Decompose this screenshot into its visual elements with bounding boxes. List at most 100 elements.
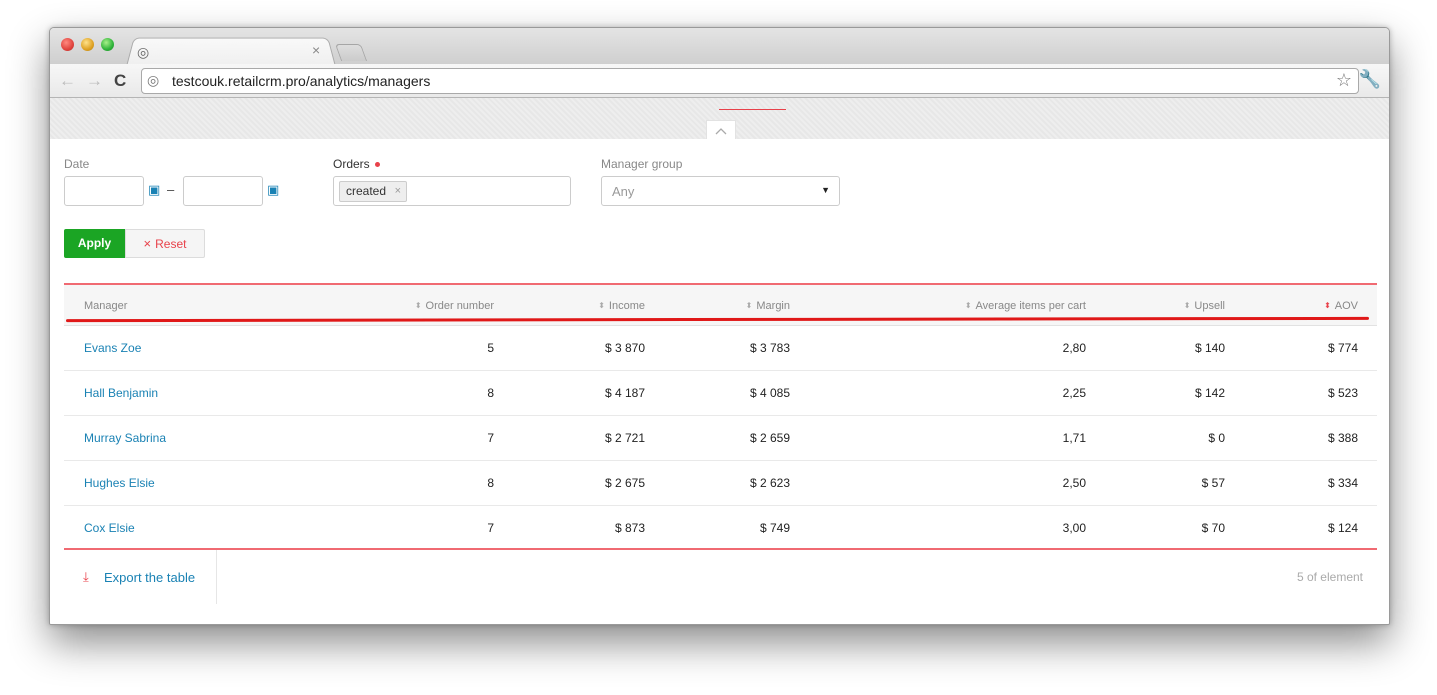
income-cell: $ 4 187 bbox=[604, 386, 645, 400]
remove-tag-icon[interactable]: × bbox=[395, 182, 401, 201]
sort-icon: ⬍ bbox=[414, 301, 422, 310]
calendar-icon[interactable]: ▣ bbox=[267, 182, 279, 198]
reset-label: Reset bbox=[155, 237, 187, 251]
caret-down-icon: ▼ bbox=[821, 185, 830, 195]
income-cell: $ 2 721 bbox=[604, 431, 645, 445]
required-dot bbox=[374, 162, 380, 168]
tab-close-icon[interactable]: × bbox=[312, 42, 320, 58]
table-header: Manager ⬍ Order number ⬍ Income ⬍ Margin ⬍ A… bbox=[64, 285, 1377, 328]
margin-cell: $ 2 623 bbox=[749, 476, 790, 490]
margin-cell: $ 749 bbox=[759, 521, 790, 535]
sort-icon: ⬍ bbox=[745, 301, 753, 310]
manager-link[interactable]: Evans Zoe bbox=[84, 341, 141, 355]
reset-button[interactable]: × Reset bbox=[125, 229, 205, 258]
table-row: Murray Sabrina 7 $ 2 721 $ 2 659 1,71 $ … bbox=[64, 416, 1377, 461]
manager-group-value: Any bbox=[612, 184, 635, 199]
upsell-cell: $ 57 bbox=[1201, 476, 1225, 490]
orders-tag: created × bbox=[339, 181, 408, 202]
new-tab-button[interactable] bbox=[334, 44, 368, 61]
avg-items-cell: 2,80 bbox=[1062, 341, 1086, 355]
column-header-manager[interactable]: Manager bbox=[84, 300, 127, 312]
browser-window: ◎ × ← → C ◎ testcouk.retailcrm.pro/analy… bbox=[49, 27, 1390, 625]
column-header-aov[interactable]: ⬍ AOV bbox=[1324, 300, 1358, 312]
minimize-window-button[interactable] bbox=[81, 38, 94, 51]
wrench-icon[interactable]: 🔧 bbox=[1359, 69, 1381, 90]
zoom-window-button[interactable] bbox=[101, 38, 114, 51]
table-row: Hughes Elsie 8 $ 2 675 $ 2 623 2,50 $ 57… bbox=[64, 461, 1377, 506]
address-bar[interactable]: ◎ testcouk.retailcrm.pro/analytics/manag… bbox=[141, 68, 1359, 94]
sort-icon: ⬍ bbox=[598, 301, 605, 310]
table-row: Cox Elsie 7 $ 873 $ 749 3,00 $ 70 $ 124 bbox=[64, 506, 1377, 550]
browser-tab[interactable] bbox=[126, 37, 336, 67]
date-to-input[interactable] bbox=[183, 176, 263, 206]
table-footer: ⤓ Export the table 5 of element bbox=[64, 550, 1377, 604]
aov-cell: $ 124 bbox=[1327, 521, 1358, 535]
column-header-order-number[interactable]: ⬍ Order number bbox=[415, 300, 494, 312]
manager-group-select[interactable]: Any ▼ bbox=[601, 176, 840, 206]
income-cell: $ 2 675 bbox=[604, 476, 645, 490]
avg-items-cell: 3,00 bbox=[1062, 521, 1086, 535]
sort-icon: ⬍ bbox=[964, 301, 972, 310]
calendar-icon[interactable]: ▣ bbox=[148, 182, 160, 198]
site-globe-icon: ◎ bbox=[147, 72, 160, 88]
column-header-income[interactable]: ⬍ Income bbox=[598, 300, 645, 312]
apply-button[interactable]: Apply bbox=[64, 229, 125, 258]
reload-icon[interactable]: C bbox=[114, 71, 126, 91]
reset-x-icon: × bbox=[143, 236, 152, 251]
column-header-margin[interactable]: ⬍ Margin bbox=[746, 300, 790, 312]
forward-arrow-icon[interactable]: → bbox=[86, 71, 103, 91]
date-from-input[interactable] bbox=[64, 176, 144, 206]
aov-cell: $ 388 bbox=[1327, 431, 1358, 445]
toggle-accent-line bbox=[719, 109, 786, 110]
footer-divider bbox=[216, 550, 217, 604]
manager-link[interactable]: Cox Elsie bbox=[84, 521, 135, 535]
column-header-upsell[interactable]: ⬍ Upsell bbox=[1184, 300, 1225, 312]
upsell-cell: $ 0 bbox=[1208, 431, 1225, 445]
margin-cell: $ 3 783 bbox=[749, 341, 790, 355]
avg-items-cell: 2,25 bbox=[1062, 386, 1086, 400]
sort-icon: ⬍ bbox=[1324, 301, 1331, 310]
orders-label: Orders bbox=[333, 157, 380, 171]
orders-tag-label: created bbox=[346, 184, 387, 198]
upsell-cell: $ 140 bbox=[1194, 341, 1225, 355]
manager-link[interactable]: Hughes Elsie bbox=[84, 476, 155, 490]
table-row: Evans Zoe 5 $ 3 870 $ 3 783 2,80 $ 140 $… bbox=[64, 326, 1377, 371]
upsell-cell: $ 142 bbox=[1194, 386, 1225, 400]
manager-link[interactable]: Murray Sabrina bbox=[84, 431, 166, 445]
element-count: 5 of element bbox=[1296, 570, 1363, 584]
page-content: Date ▣ – ▣ Orders created × Manager grou… bbox=[50, 98, 1389, 624]
column-header-avg-items[interactable]: ⬍ Average items per cart bbox=[965, 300, 1086, 312]
income-cell: $ 873 bbox=[614, 521, 645, 535]
order-number-cell: 7 bbox=[487, 431, 494, 445]
export-table-link[interactable]: Export the table bbox=[104, 570, 195, 585]
title-bar: ◎ × bbox=[50, 28, 1389, 67]
table-row: Hall Benjamin 8 $ 4 187 $ 4 085 2,25 $ 1… bbox=[64, 371, 1377, 416]
manager-link[interactable]: Hall Benjamin bbox=[84, 386, 158, 400]
order-number-cell: 8 bbox=[487, 386, 494, 400]
avg-items-cell: 1,71 bbox=[1062, 431, 1086, 445]
income-cell: $ 3 870 bbox=[604, 341, 645, 355]
close-window-button[interactable] bbox=[61, 38, 74, 51]
orders-tag-input[interactable]: created × bbox=[333, 176, 571, 206]
aov-cell: $ 334 bbox=[1327, 476, 1358, 490]
upsell-cell: $ 70 bbox=[1201, 521, 1225, 535]
aov-cell: $ 774 bbox=[1327, 341, 1358, 355]
filters-panel: Date ▣ – ▣ Orders created × Manager grou… bbox=[50, 139, 1389, 624]
back-arrow-icon[interactable]: ← bbox=[59, 71, 76, 91]
chevron-up-icon bbox=[715, 128, 727, 135]
url-text[interactable]: testcouk.retailcrm.pro/analytics/manager… bbox=[172, 73, 430, 89]
red-underline-annotation bbox=[65, 316, 1370, 323]
globe-icon: ◎ bbox=[137, 44, 150, 60]
bookmark-star-icon[interactable]: ☆ bbox=[1336, 70, 1352, 91]
export-icon[interactable]: ⤓ bbox=[83, 569, 89, 585]
avg-items-cell: 2,50 bbox=[1062, 476, 1086, 490]
order-number-cell: 8 bbox=[487, 476, 494, 490]
sort-icon: ⬍ bbox=[1183, 301, 1191, 310]
margin-cell: $ 2 659 bbox=[749, 431, 790, 445]
margin-cell: $ 4 085 bbox=[749, 386, 790, 400]
aov-cell: $ 523 bbox=[1327, 386, 1358, 400]
order-number-cell: 7 bbox=[487, 521, 494, 535]
manager-group-label: Manager group bbox=[601, 157, 683, 171]
collapse-filters-button[interactable] bbox=[706, 120, 736, 141]
top-pattern-bar bbox=[50, 98, 1389, 141]
